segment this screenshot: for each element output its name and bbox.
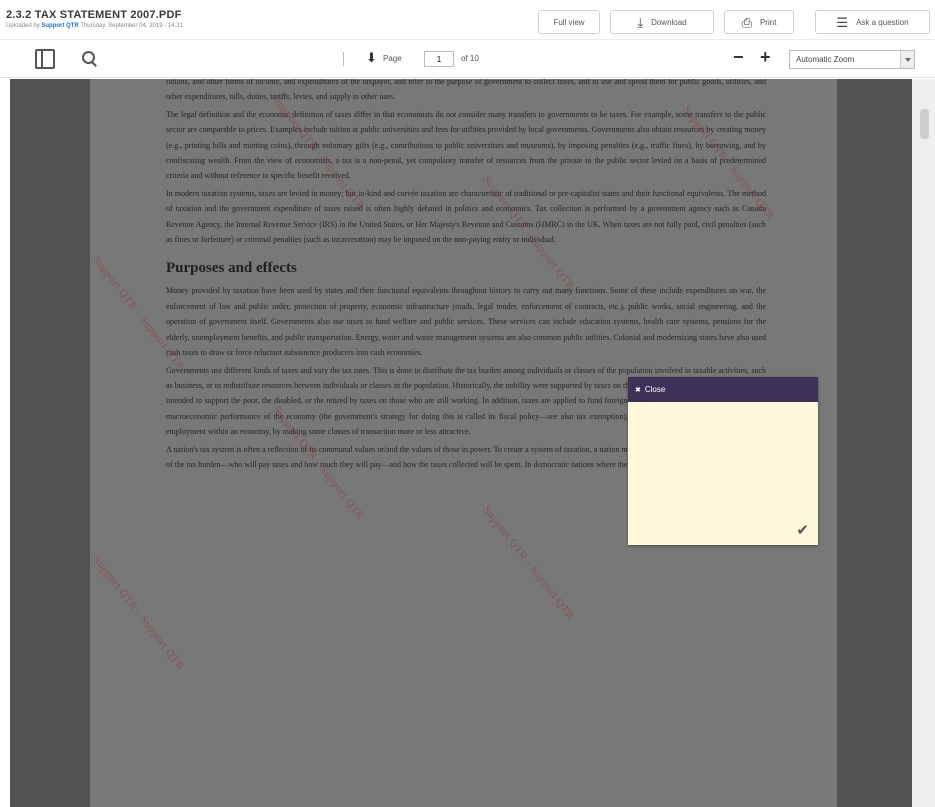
- paragraph: The legal definition and the economic de…: [166, 109, 766, 181]
- chat-icon: ☰: [836, 14, 849, 30]
- zoom-out-button[interactable]: −: [733, 48, 744, 66]
- paragraph: In modern taxation systems, taxes are le…: [166, 188, 766, 245]
- section-heading: Purposes and effects: [166, 260, 297, 277]
- zoom-select[interactable]: Automatic Zoom: [789, 50, 915, 69]
- print-icon: ⎙: [741, 14, 752, 30]
- zoom-in-button[interactable]: +: [760, 48, 771, 66]
- meta-author[interactable]: Support QTR: [41, 23, 78, 29]
- download-label: Download: [651, 17, 687, 27]
- search-icon[interactable]: [80, 49, 100, 69]
- ask-question-button[interactable]: ☰ Ask a question: [815, 10, 930, 34]
- page-total: of 10: [461, 54, 479, 63]
- note-popup[interactable]: ✖ Close ✔: [628, 377, 818, 545]
- note-header[interactable]: ✖ Close: [628, 377, 818, 402]
- paragraph: rations, and other forms of income, and …: [166, 79, 766, 102]
- zoom-value: Automatic Zoom: [796, 55, 855, 64]
- pdf-toolbar: ⬇ Page of 10 − + Automatic Zoom: [0, 40, 935, 78]
- page-number-input[interactable]: [424, 51, 454, 67]
- document-title: 2.3.2 TAX STATEMENT 2007.PDF: [6, 9, 182, 21]
- download-icon: ⤓: [637, 14, 644, 30]
- close-icon[interactable]: ✖: [635, 386, 641, 394]
- page-arrow-icon[interactable]: ⬇: [366, 50, 377, 66]
- page-label: Page: [383, 54, 402, 63]
- meta-date: Thursday, September 04, 2019 - 14:31: [80, 23, 183, 29]
- scrollbar-thumb[interactable]: [920, 109, 929, 139]
- print-label: Print: [759, 17, 777, 27]
- watermark: Support QTR - Support QTR: [480, 504, 577, 623]
- download-button[interactable]: ⤓ Download: [610, 10, 714, 34]
- full-view-label: Full view: [553, 17, 585, 27]
- document-header: 2.3.2 TAX STATEMENT 2007.PDF Uploaded by…: [0, 0, 935, 40]
- scrollbar[interactable]: [912, 79, 935, 807]
- meta-prefix: Uploaded by: [6, 23, 40, 29]
- paragraph: Money provided by taxation have been use…: [166, 286, 766, 358]
- chevron-down-icon: [900, 51, 914, 68]
- note-header-label: Close: [644, 385, 666, 394]
- print-button[interactable]: ⎙ Print: [724, 10, 794, 34]
- ask-question-label: Ask a question: [856, 17, 909, 27]
- check-icon[interactable]: ✔: [796, 521, 809, 539]
- full-view-button[interactable]: Full view: [538, 10, 600, 34]
- document-meta: Uploaded by Support QTR Thursday, Septem…: [6, 23, 183, 29]
- sidebar-toggle-icon[interactable]: [35, 49, 55, 69]
- toolbar-divider: [343, 52, 344, 66]
- watermark: Support QTR - Support QTR: [90, 554, 187, 673]
